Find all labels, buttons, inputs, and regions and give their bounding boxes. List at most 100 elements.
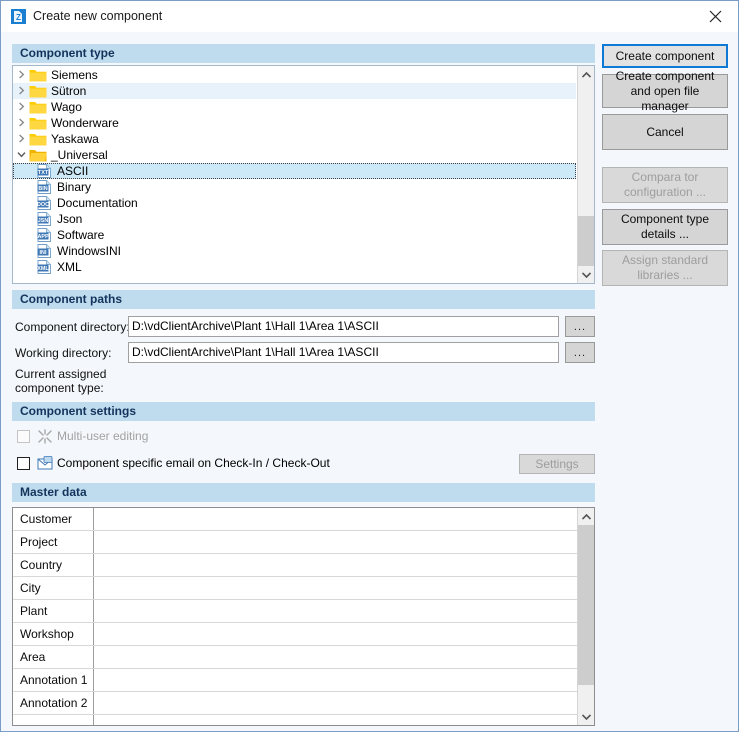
master-data-value[interactable] [95,715,577,725]
tree-scroll-thumb[interactable] [578,216,594,266]
tree-item-label: Wonderware [51,116,119,130]
close-button[interactable] [692,1,738,32]
master-data-vertical-scrollbar[interactable] [577,508,594,725]
tree-item-label: ASCII [57,164,89,178]
tree-item-wonderware[interactable]: Wonderware [13,115,576,131]
component-type-tree[interactable]: Siemens Sütron Wago Wonderware Yaskawa _Unive… [12,65,595,284]
tree-item-label: Wago [51,100,82,114]
section-header-component-type: Component type [12,44,595,63]
svg-text:Z: Z [16,13,21,22]
grid-scroll-thumb[interactable] [578,525,594,685]
multi-user-editing-row[interactable]: Multi-user editing [17,429,417,445]
tree-item-binary[interactable]: BIN Binary [13,179,576,195]
folder-icon [29,84,47,98]
cancel-button[interactable]: Cancel [602,114,728,150]
master-data-value[interactable] [95,508,577,530]
component-directory-input[interactable]: D:\vdClientArchive\Plant 1\Hall 1\Area 1… [128,316,559,337]
tree-item-label: Siemens [51,68,98,82]
master-data-value[interactable] [95,623,577,645]
tree-item-label: Json [57,212,83,226]
component-type-details-button[interactable]: Component type details ... [602,209,728,245]
tree-vertical-scrollbar[interactable] [577,66,594,283]
table-row[interactable]: Project [13,531,577,554]
working-directory-browse-button[interactable]: ... [565,342,595,363]
tree-item-universal[interactable]: _Universal [13,147,576,163]
master-data-label: Annotation 1 [13,669,94,691]
table-row[interactable]: Annotation 2 [13,692,577,715]
table-row[interactable]: Country [13,554,577,577]
tree-item-xml[interactable]: XML XML [13,259,576,275]
file-txt-icon: TXT [37,164,52,178]
working-directory-input[interactable]: D:\vdClientArchive\Plant 1\Hall 1\Area 1… [128,342,559,363]
tree-item-software[interactable]: APP Software [13,227,576,243]
master-data-value[interactable] [95,669,577,691]
master-data-grid[interactable]: Customer Project Country City Plant Workshop A… [12,507,595,726]
tree-item-documentation[interactable]: DOC Documentation [13,195,576,211]
file-app-icon: APP [37,228,52,242]
tree-item-label: Yaskawa [51,132,99,146]
master-data-value[interactable] [95,646,577,668]
multi-user-editing-label: Multi-user editing [57,429,149,443]
tree-item-windowsini[interactable]: INI WindowsINI [13,243,576,259]
comparator-configuration-button[interactable]: Compara tor configuration ... [602,167,728,203]
master-data-label: Plant [13,600,94,622]
table-row[interactable]: City [13,577,577,600]
tree-item-json[interactable]: JSN Json [13,211,576,227]
component-directory-browse-button[interactable]: ... [565,316,595,337]
multi-user-editing-checkbox[interactable] [17,430,30,443]
chevron-right-icon[interactable] [13,83,29,99]
tree-scroll-up-icon[interactable] [578,66,594,83]
email-icon [37,456,53,471]
table-row[interactable]: Customer [13,508,577,531]
master-data-value[interactable] [95,600,577,622]
master-data-value[interactable] [95,692,577,714]
working-directory-label: Working directory: [15,346,112,360]
chevron-right-icon[interactable] [13,67,29,83]
table-row[interactable] [13,715,577,725]
tree-item-s-tron[interactable]: Sütron [13,83,576,99]
tree-item-yaskawa[interactable]: Yaskawa [13,131,576,147]
table-row[interactable]: Area [13,646,577,669]
tree-scroll-down-icon[interactable] [578,266,594,283]
folder-icon [29,116,47,130]
tree-item-wago[interactable]: Wago [13,99,576,115]
component-email-row[interactable]: Component specific email on Check-In / C… [17,456,497,472]
email-settings-button[interactable]: Settings [519,454,595,474]
file-jsn-icon: JSN [37,212,52,226]
chevron-right-icon[interactable] [13,115,29,131]
app-icon: Z [10,8,27,25]
table-row[interactable]: Annotation 1 [13,669,577,692]
master-data-label: Country [13,554,94,576]
master-data-label: Workshop [13,623,94,645]
file-ini-icon: INI [37,244,52,258]
grid-scroll-down-icon[interactable] [578,708,594,725]
master-data-value[interactable] [95,554,577,576]
chevron-down-icon[interactable] [13,147,29,163]
master-data-label: Project [13,531,94,553]
create-component-button[interactable]: Create component [602,44,728,68]
master-data-label: Annotation 2 [13,692,94,714]
svg-text:BIN: BIN [38,186,47,192]
tree-item-siemens[interactable]: Siemens [13,67,576,83]
component-email-checkbox[interactable] [17,457,30,470]
tree-item-label: XML [57,260,82,274]
grid-scroll-up-icon[interactable] [578,508,594,525]
folder-icon [29,132,47,146]
chevron-right-icon[interactable] [13,131,29,147]
current-assigned-component-type-label-line1: Current assigned [15,367,107,381]
chevron-right-icon[interactable] [13,99,29,115]
table-row[interactable]: Workshop [13,623,577,646]
current-assigned-component-type-label-line2: component type: [15,381,104,395]
tree-item-ascii[interactable]: TXT ASCII [13,163,576,179]
tree-item-label: Sütron [51,84,87,98]
file-xml-icon: XML [37,260,52,274]
component-directory-label: Component directory: [15,320,130,334]
master-data-value[interactable] [95,531,577,553]
table-row[interactable]: Plant [13,600,577,623]
assign-standard-libraries-button[interactable]: Assign standard libraries ... [602,250,728,286]
component-email-label: Component specific email on Check-In / C… [57,456,330,470]
create-component-and-open-file-manager-button[interactable]: Create component and open file manager [602,69,728,113]
svg-text:TXT: TXT [38,170,49,176]
svg-text:JSN: JSN [38,218,49,224]
master-data-value[interactable] [95,577,577,599]
